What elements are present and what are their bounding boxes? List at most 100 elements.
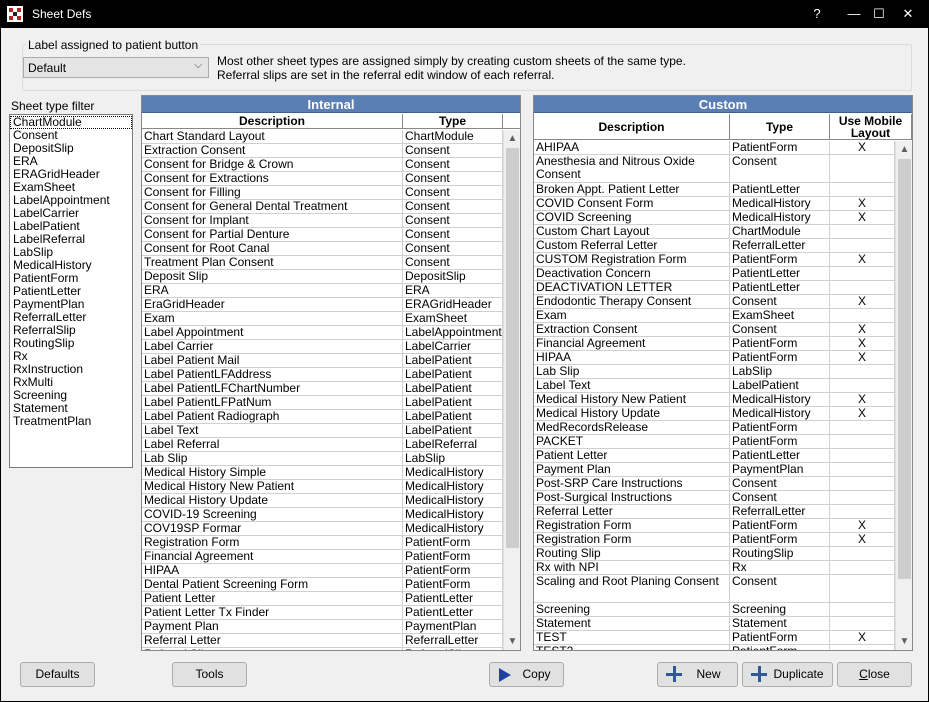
table-row[interactable]: Consent for Bridge & Crown Consent (142, 158, 503, 172)
table-row[interactable]: Registration Form PatientForm X (534, 533, 895, 547)
scroll-up-icon[interactable]: ▲ (504, 130, 520, 147)
scroll-up-icon[interactable]: ▲ (896, 141, 912, 158)
table-row[interactable]: Deposit Slip DepositSlip (142, 270, 503, 284)
table-row[interactable]: Deactivation Concern PatientLetter (534, 267, 895, 281)
table-row[interactable]: TEST PatientForm X (534, 631, 895, 645)
tools-button[interactable]: Tools (172, 662, 247, 687)
table-row[interactable]: Statement Statement (534, 617, 895, 631)
table-row[interactable]: CUSTOM Registration Form PatientForm X (534, 253, 895, 267)
table-row[interactable]: Label Patient Mail LabelPatient (142, 354, 503, 368)
table-row[interactable]: HIPAA PatientForm X (534, 351, 895, 365)
table-row[interactable]: Label Text LabelPatient (142, 424, 503, 438)
minimize-button[interactable]: — (842, 4, 866, 24)
table-row[interactable]: Label Carrier LabelCarrier (142, 340, 503, 354)
table-row[interactable]: Payment Plan PaymentPlan (534, 463, 895, 477)
table-row[interactable]: COV19SP Formar MedicalHistory (142, 522, 503, 536)
table-row[interactable]: ERA ERA (142, 284, 503, 298)
title-bar[interactable]: Sheet Defs ? — ☐ ✕ (0, 0, 929, 28)
filter-item[interactable]: TreatmentPlan (10, 415, 132, 428)
filter-item[interactable]: RoutingSlip (10, 337, 132, 350)
table-row[interactable]: COVID Screening MedicalHistory X (534, 211, 895, 225)
internal-grid[interactable]: Internal Description Type Chart Standard… (141, 95, 521, 651)
sheet-type-filter-list[interactable]: ChartModule Consent DepositSlip ERA ERAGridH… (9, 114, 133, 468)
table-row[interactable]: TEST2PatientForm (534, 645, 895, 650)
internal-col-description[interactable]: Description (142, 114, 403, 128)
table-row[interactable]: HIPAA PatientForm (142, 564, 503, 578)
table-row[interactable]: AHIPAA PatientForm X (534, 141, 895, 155)
table-row[interactable]: Consent for Root Canal Consent (142, 242, 503, 256)
table-row[interactable]: Chart Standard Layout ChartModule (142, 130, 503, 144)
duplicate-button[interactable]: Duplicate (742, 662, 833, 687)
table-row[interactable]: Registration Form PatientForm (142, 536, 503, 550)
table-row[interactable]: Patient Letter Tx Finder PatientLetter (142, 606, 503, 620)
table-row[interactable]: Lab Slip LabSlip (142, 452, 503, 466)
table-row[interactable]: Anesthesia and Nitrous Oxide Consent Cons… (534, 155, 895, 183)
table-row[interactable]: Consent for Filling Consent (142, 186, 503, 200)
internal-col-type[interactable]: Type (403, 114, 503, 128)
close-button[interactable]: Close (837, 662, 912, 687)
table-row[interactable]: Label PatientLFChartNumber LabelPatient (142, 382, 503, 396)
table-row[interactable]: Financial Agreement PatientForm (142, 550, 503, 564)
table-row[interactable]: Post-Surgical Instructions Consent (534, 491, 895, 505)
table-row[interactable]: Label Appointment LabelAppointment (142, 326, 503, 340)
table-row[interactable]: Broken Appt. Patient Letter PatientLetter (534, 183, 895, 197)
table-row[interactable]: Extraction Consent Consent X (534, 323, 895, 337)
table-row[interactable]: Label PatientLFPatNum LabelPatient (142, 396, 503, 410)
table-row[interactable]: Consent for Extractions Consent (142, 172, 503, 186)
close-window-button[interactable]: ✕ (896, 4, 920, 24)
help-button[interactable]: ? (805, 4, 829, 24)
table-row[interactable]: Medical History New Patient MedicalHistor… (534, 393, 895, 407)
custom-scroll-thumb[interactable] (898, 159, 911, 579)
table-row[interactable]: Consent for Implant Consent (142, 214, 503, 228)
table-row[interactable]: Dental Patient Screening Form PatientForm (142, 578, 503, 592)
table-row[interactable]: Consent for Partial Denture Consent (142, 228, 503, 242)
table-row[interactable]: Label Referral LabelReferral (142, 438, 503, 452)
table-row[interactable]: Exam ExamSheet (142, 312, 503, 326)
custom-scrollbar[interactable]: ▲ ▼ (895, 141, 912, 650)
table-row[interactable]: DEACTIVATION LETTER PatientLetter (534, 281, 895, 295)
table-row[interactable]: Custom Referral Letter ReferralLetter (534, 239, 895, 253)
table-row[interactable]: Label PatientLFAddress LabelPatient (142, 368, 503, 382)
internal-scrollbar[interactable]: ▲ ▼ (503, 130, 520, 650)
table-row[interactable]: Medical History New Patient MedicalHistor… (142, 480, 503, 494)
table-row[interactable]: Patient Letter PatientLetter (142, 592, 503, 606)
table-row[interactable]: COVID Consent Form MedicalHistory X (534, 197, 895, 211)
table-row[interactable]: Custom Chart Layout ChartModule (534, 225, 895, 239)
table-row[interactable]: Screening Screening (534, 603, 895, 617)
table-row[interactable]: PACKET PatientForm (534, 435, 895, 449)
table-row[interactable]: Rx with NPI Rx (534, 561, 895, 575)
table-row[interactable]: Medical History Update MedicalHistory (142, 494, 503, 508)
custom-grid[interactable]: Custom Description Type Use Mobile Layou… (533, 95, 913, 651)
table-row[interactable]: Registration Form PatientForm X (534, 519, 895, 533)
table-row[interactable]: Financial Agreement PatientForm X (534, 337, 895, 351)
table-row[interactable]: MedRecordsRelease PatientForm (534, 421, 895, 435)
table-row[interactable]: Treatment Plan Consent Consent (142, 256, 503, 270)
table-row[interactable]: Exam ExamSheet (534, 309, 895, 323)
table-row[interactable]: Scaling and Root Planing Consent Consent (534, 575, 895, 603)
defaults-button[interactable]: Defaults (20, 662, 95, 687)
table-row[interactable]: Routing Slip RoutingSlip (534, 547, 895, 561)
custom-col-mobile-layout[interactable]: Use Mobile Layout (830, 114, 912, 139)
table-row[interactable]: Extraction Consent Consent (142, 144, 503, 158)
custom-col-description[interactable]: Description (534, 114, 730, 139)
table-row[interactable]: Endodontic Therapy Consent Consent X (534, 295, 895, 309)
internal-scroll-thumb[interactable] (506, 148, 519, 548)
patient-label-combo[interactable]: Default ⌵ (23, 57, 209, 78)
scroll-down-icon[interactable]: ▼ (896, 633, 912, 650)
table-row[interactable]: Post-SRP Care Instructions Consent (534, 477, 895, 491)
table-row[interactable]: Medical History Update MedicalHistory X (534, 407, 895, 421)
maximize-button[interactable]: ☐ (867, 4, 891, 24)
table-row[interactable]: Referral Letter ReferralLetter (534, 505, 895, 519)
table-row[interactable]: Lab Slip LabSlip (534, 365, 895, 379)
table-row[interactable]: Patient Letter PatientLetter (534, 449, 895, 463)
scroll-down-icon[interactable]: ▼ (504, 633, 520, 650)
new-button[interactable]: New (657, 662, 738, 687)
table-row[interactable]: Medical History Simple MedicalHistory (142, 466, 503, 480)
table-row[interactable]: Label Patient Radiograph LabelPatient (142, 410, 503, 424)
table-row[interactable]: EraGridHeader ERAGridHeader (142, 298, 503, 312)
copy-button[interactable]: Copy (489, 662, 564, 687)
table-row[interactable]: Payment Plan PaymentPlan (142, 620, 503, 634)
table-row[interactable]: Referral Letter ReferralLetter (142, 634, 503, 648)
table-row[interactable]: Label Text LabelPatient (534, 379, 895, 393)
table-row[interactable]: Referral SlipReferralSlip (142, 648, 503, 650)
